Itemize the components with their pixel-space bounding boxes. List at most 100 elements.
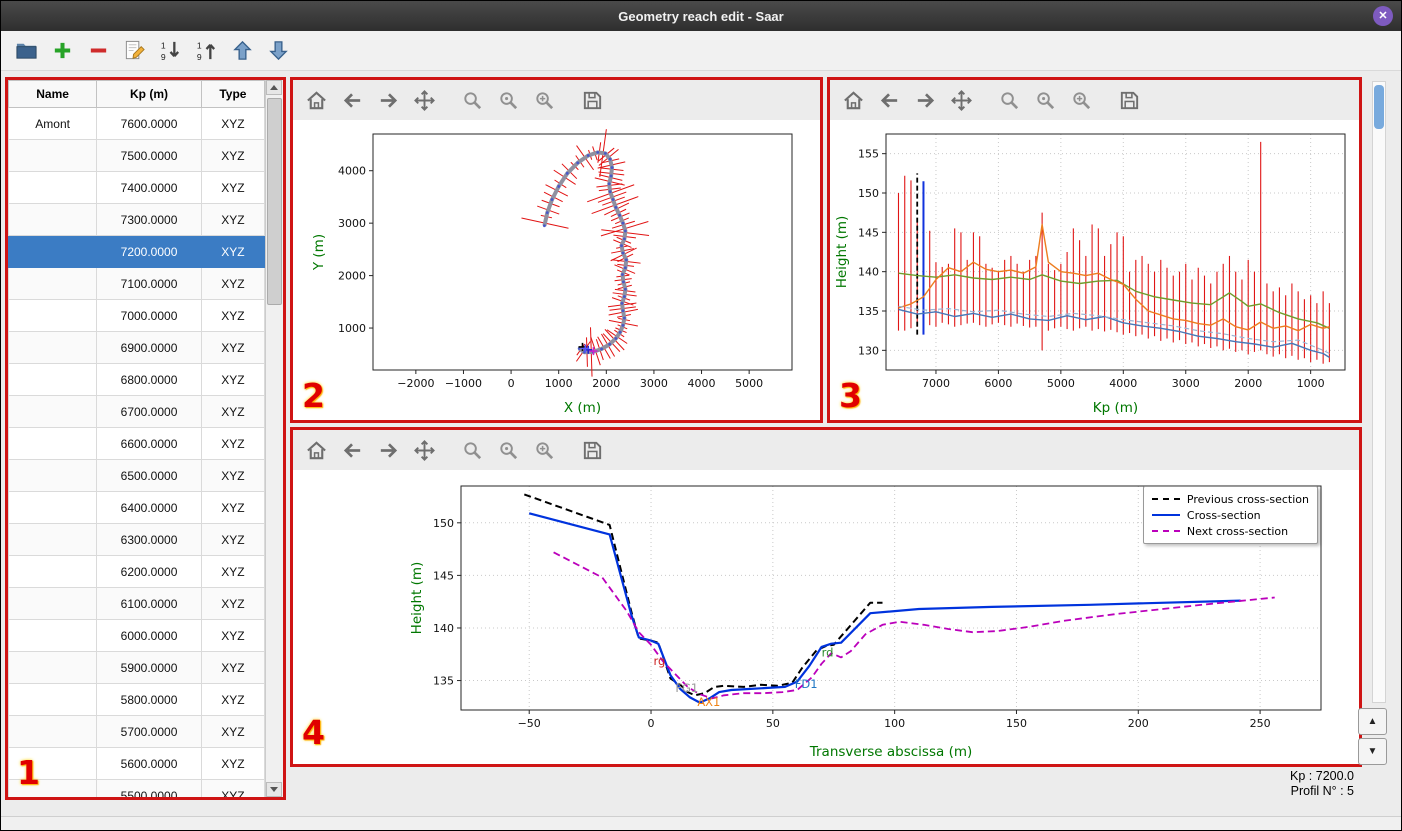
window-title: Geometry reach edit - Saar xyxy=(618,8,784,24)
table-row[interactable]: 6800.0000 XYZ xyxy=(8,363,266,396)
geometry-table: Name Kp (m) Type Amont 7600.0000 XYZ 7500.0… xyxy=(8,80,266,797)
table-row[interactable]: 6200.0000 XYZ xyxy=(8,555,266,588)
window-scrollbar[interactable] xyxy=(1372,81,1386,703)
svg-text:4000: 4000 xyxy=(338,165,366,178)
forward-icon[interactable] xyxy=(914,89,937,112)
svg-text:3000: 3000 xyxy=(640,377,668,390)
table-row[interactable]: 6700.0000 XYZ xyxy=(8,395,266,428)
column-header-name[interactable]: Name xyxy=(8,80,98,108)
zoom-icon[interactable] xyxy=(461,439,484,462)
svg-text:FG1: FG1 xyxy=(675,681,698,695)
svg-text:5000: 5000 xyxy=(1047,377,1075,390)
back-icon[interactable] xyxy=(341,89,364,112)
back-icon[interactable] xyxy=(878,89,901,112)
svg-text:−1000: −1000 xyxy=(445,377,482,390)
svg-text:−2000: −2000 xyxy=(397,377,434,390)
legend-label: Cross-section xyxy=(1186,508,1261,522)
svg-text:2000: 2000 xyxy=(338,270,366,283)
close-button[interactable]: ✕ xyxy=(1373,6,1393,26)
pan-icon[interactable] xyxy=(413,439,436,462)
table-row[interactable]: 5900.0000 XYZ xyxy=(8,651,266,684)
move-down-icon[interactable] xyxy=(267,39,290,62)
sort-descending-icon[interactable]: 19 xyxy=(159,39,182,62)
add-icon[interactable] xyxy=(51,39,74,62)
forward-icon[interactable] xyxy=(377,89,400,112)
axes-icon[interactable] xyxy=(533,89,556,112)
column-header-type[interactable]: Type xyxy=(200,80,266,108)
table-row[interactable]: 7500.0000 XYZ xyxy=(8,139,266,172)
save-icon[interactable] xyxy=(581,89,604,112)
svg-text:4000: 4000 xyxy=(688,377,716,390)
table-row[interactable]: 5800.0000 XYZ xyxy=(8,683,266,716)
subplots-icon[interactable] xyxy=(1034,89,1057,112)
back-icon[interactable] xyxy=(341,439,364,462)
pan-icon[interactable] xyxy=(413,89,436,112)
svg-text:5000: 5000 xyxy=(735,377,763,390)
plan-view-plot[interactable]: −2000 −1000 0 1000 2000 3000 4000 5000 1000 2000 3… xyxy=(293,120,820,420)
subplots-icon[interactable] xyxy=(497,439,520,462)
table-scrollbar[interactable] xyxy=(265,80,283,797)
table-row[interactable]: 6300.0000 XYZ xyxy=(8,523,266,556)
app-window: Geometry reach edit - Saar ✕ 19 19 Name K… xyxy=(0,0,1402,831)
table-row[interactable]: 7300.0000 XYZ xyxy=(8,203,266,236)
table-scroll-up-button[interactable] xyxy=(266,80,282,95)
table-row[interactable]: 7000.0000 XYZ xyxy=(8,299,266,332)
sort-ascending-icon[interactable]: 19 xyxy=(195,39,218,62)
plot-toolbar-cross xyxy=(293,430,1359,470)
table-row[interactable]: 6100.0000 XYZ xyxy=(8,587,266,620)
profile-down-button[interactable]: ▼ xyxy=(1358,738,1387,765)
table-row[interactable]: 6500.0000 XYZ xyxy=(8,459,266,492)
svg-text:200: 200 xyxy=(1128,717,1149,730)
panel-plan-view: −2000 −1000 0 1000 2000 3000 4000 5000 1000 2000 3… xyxy=(290,77,823,423)
legend-label: Next cross-section xyxy=(1186,524,1289,538)
svg-text:150: 150 xyxy=(1006,717,1027,730)
window-scrollbar-thumb[interactable] xyxy=(1374,85,1384,129)
save-icon[interactable] xyxy=(1118,89,1141,112)
zoom-icon[interactable] xyxy=(461,89,484,112)
table-row[interactable]: 5500.0000 XYZ xyxy=(8,779,266,797)
table-row[interactable]: 6600.0000 XYZ xyxy=(8,427,266,460)
pan-icon[interactable] xyxy=(950,89,973,112)
table-row[interactable]: 6000.0000 XYZ xyxy=(8,619,266,652)
svg-text:50: 50 xyxy=(766,717,780,730)
legend-entry: Cross-section xyxy=(1151,507,1309,523)
table-row[interactable]: 6400.0000 XYZ xyxy=(8,491,266,524)
status-kp: Kp : 7200.0 xyxy=(1290,769,1354,783)
svg-text:Kp (m): Kp (m) xyxy=(1093,400,1138,416)
triangle-up-icon xyxy=(270,85,278,90)
svg-text:X (m): X (m) xyxy=(564,400,601,416)
svg-text:250: 250 xyxy=(1250,717,1271,730)
svg-text:150: 150 xyxy=(433,517,454,530)
edit-icon[interactable] xyxy=(123,39,146,62)
table-row[interactable]: 7400.0000 XYZ xyxy=(8,171,266,204)
save-icon[interactable] xyxy=(581,439,604,462)
table-row[interactable]: 5600.0000 XYZ xyxy=(8,747,266,780)
profile-up-button[interactable]: ▲ xyxy=(1358,708,1387,735)
svg-text:145: 145 xyxy=(858,226,879,239)
home-icon[interactable] xyxy=(305,439,328,462)
table-row[interactable]: Amont 7600.0000 XYZ xyxy=(8,107,266,140)
axes-icon[interactable] xyxy=(533,439,556,462)
title-bar: Geometry reach edit - Saar ✕ xyxy=(1,1,1401,31)
move-up-icon[interactable] xyxy=(231,39,254,62)
table-row[interactable]: 7100.0000 XYZ xyxy=(8,267,266,300)
column-header-kp[interactable]: Kp (m) xyxy=(96,80,202,108)
table-scrollbar-thumb[interactable] xyxy=(267,98,282,305)
table-scroll-down-button[interactable] xyxy=(266,782,282,797)
subplots-icon[interactable] xyxy=(497,89,520,112)
home-icon[interactable] xyxy=(842,89,865,112)
svg-text:130: 130 xyxy=(858,344,879,357)
long-profile-plot[interactable]: 7000 6000 5000 4000 3000 2000 1000 130 135 140 145… xyxy=(830,120,1359,420)
forward-icon[interactable] xyxy=(377,439,400,462)
table-row[interactable]: 6900.0000 XYZ xyxy=(8,331,266,364)
axes-icon[interactable] xyxy=(1070,89,1093,112)
home-icon[interactable] xyxy=(305,89,328,112)
svg-text:1: 1 xyxy=(161,41,166,51)
table-row[interactable]: 5700.0000 XYZ xyxy=(8,715,266,748)
table-row[interactable]: 7200.0000 XYZ xyxy=(8,235,266,268)
annotation-number-1: 1 xyxy=(17,753,40,792)
zoom-icon[interactable] xyxy=(998,89,1021,112)
remove-icon[interactable] xyxy=(87,39,110,62)
panel-cross-section: −50 0 50 100 150 200 250 135 140 145 150 Transverse… xyxy=(290,427,1362,767)
open-folder-icon[interactable] xyxy=(15,39,38,62)
